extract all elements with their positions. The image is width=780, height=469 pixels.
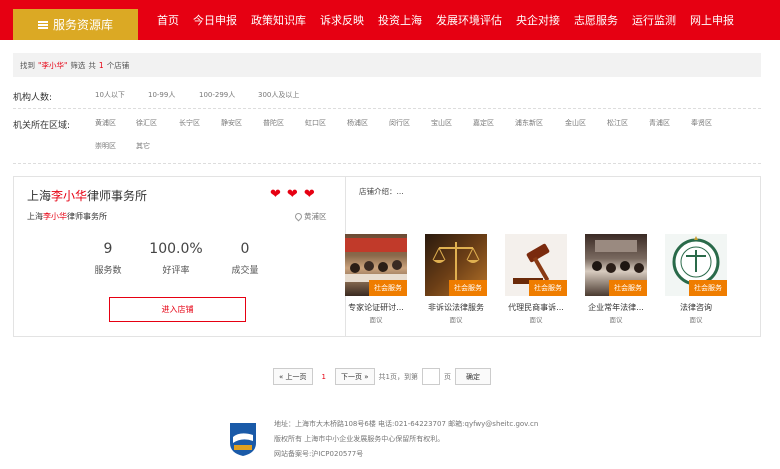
nav-item-today-declare[interactable]: 今日申报 (186, 12, 244, 28)
district-option[interactable]: 金山区 (565, 118, 607, 128)
nav-item-invest[interactable]: 投资上海 (371, 12, 429, 28)
store-card: 上海李小华律师事务所 ❤ ❤ ❤ 上海李小华律师事务所 黄浦区 9 服务数 10… (13, 176, 761, 337)
service-tag: 社会服务 (449, 280, 487, 296)
service-price: 面议 (689, 316, 703, 324)
footer-address: 地址：上海市大木桥路108号6楼 电话:021-64223707 邮箱:qyfw… (274, 420, 539, 428)
location-pin-icon (293, 211, 304, 222)
prev-page-button[interactable]: « 上一页 (273, 368, 313, 385)
service-tag: 社会服务 (369, 280, 407, 296)
district-option[interactable]: 黄浦区 (95, 118, 136, 128)
page-unit: 页 (443, 372, 451, 381)
staff-filter-label: 机构人数: (13, 93, 53, 103)
conference-photo: 社会服务 (585, 234, 647, 296)
district-filter-label: 机关所在区域: (13, 121, 71, 131)
service-item[interactable]: 社会服务 企业常年法律... 面议 (585, 234, 649, 324)
district-option[interactable]: 奉贤区 (691, 118, 731, 128)
staff-option[interactable]: 300人及以上 (258, 90, 299, 103)
result-count: 1 (98, 60, 104, 70)
footer-logo (228, 421, 258, 457)
district-option[interactable]: 其它 (136, 141, 177, 151)
district-option[interactable]: 崇明区 (95, 141, 136, 151)
nav-item-soe[interactable]: 央企对接 (509, 12, 567, 28)
current-page[interactable]: 1 (317, 373, 331, 381)
next-page-button[interactable]: 下一页 » (334, 368, 375, 385)
service-item[interactable]: 社会服务 法律咨询 面议 (665, 234, 729, 324)
stat-service-count: 9 服务数 (94, 241, 122, 276)
service-price: 面议 (369, 316, 383, 324)
service-price: 面议 (529, 316, 543, 324)
nav-item-monitor[interactable]: 运行监测 (625, 12, 683, 28)
search-summary: 找到 "李小华" 筛选 共 1 个店铺 (13, 53, 761, 77)
district-option[interactable]: 普陀区 (263, 118, 305, 128)
service-tag: 社会服务 (529, 280, 567, 296)
nav-item-online-declare[interactable]: 网上申报 (683, 12, 741, 28)
menu-icon (37, 20, 48, 29)
nav-item-appeal[interactable]: 诉求反映 (313, 12, 371, 28)
heart-icon: ❤ (270, 187, 281, 202)
staff-option[interactable]: 100-299人 (199, 90, 258, 103)
service-tag: 社会服务 (609, 280, 647, 296)
page-total: 共1页，到第 (378, 372, 418, 381)
stat-rating: 100.0% 好评率 (149, 241, 203, 276)
district-option[interactable]: 嘉定区 (473, 118, 515, 128)
district-option[interactable]: 徐汇区 (136, 118, 179, 128)
service-title: 企业常年法律... (588, 303, 644, 312)
district-option[interactable]: 闵行区 (389, 118, 431, 128)
service-title: 代理民商事诉... (508, 303, 564, 312)
nav-item-volunteer[interactable]: 志愿服务 (567, 12, 625, 28)
district-option[interactable]: 浦东新区 (515, 118, 565, 128)
service-title: 非诉讼法律服务 (428, 303, 484, 312)
main-nav: 首页 今日申报 政策知识库 诉求反映 投资上海 发展环境评估 央企对接 志愿服务… (150, 0, 741, 40)
nav-item-home[interactable]: 首页 (150, 12, 186, 28)
gavel-photo: 社会服务 (505, 234, 567, 296)
service-item[interactable]: 社会服务 非诉讼法律服务 面议 (425, 234, 489, 324)
service-tag: 社会服务 (689, 280, 727, 296)
page-jump-input[interactable] (421, 368, 440, 385)
staff-option[interactable]: 10-99人 (148, 90, 199, 103)
justice-scale-photo: 社会服务 (425, 234, 487, 296)
district-option[interactable]: 虹口区 (305, 118, 347, 128)
district-option[interactable]: 静安区 (221, 118, 263, 128)
store-location: 黄浦区 (293, 211, 327, 222)
enter-store-button[interactable]: 进入店铺 (109, 297, 246, 322)
heart-icon: ❤ (303, 187, 315, 202)
district-option[interactable]: 长宁区 (179, 118, 221, 128)
service-resource-menu-button[interactable]: 服务资源库 (13, 9, 138, 40)
service-item[interactable]: 社会服务 代理民商事诉... 面议 (505, 234, 569, 324)
district-option[interactable]: 杨浦区 (347, 118, 389, 128)
store-intro: 店铺介绍：... (359, 187, 404, 196)
staff-option[interactable]: 10人以下 (95, 90, 148, 103)
divider (13, 163, 761, 164)
brand-label: 服务资源库 (52, 18, 113, 32)
district-option[interactable]: 宝山区 (431, 118, 473, 128)
service-title: 专家论证研讨... (348, 303, 404, 312)
divider (13, 108, 761, 109)
stat-deals: 0 成交量 (231, 241, 259, 276)
store-subtitle: 上海李小华律师事务所 (27, 212, 107, 221)
footer-copyright: 版权所有 上海市中小企业发展服务中心保留所有权利。 (274, 435, 445, 443)
staff-filter: 机构人数: 10人以下 10-99人 100-299人 300人及以上 (13, 90, 761, 103)
store-name[interactable]: 上海李小华律师事务所 (27, 187, 147, 204)
footer-icp: 网站备案号:沪ICP020577号 (274, 450, 364, 458)
search-keyword: "李小华" (38, 60, 68, 70)
service-item[interactable]: 社会服务 专家论证研讨... 面议 (345, 234, 409, 324)
nav-item-policy[interactable]: 政策知识库 (244, 12, 313, 28)
top-nav-bar: 服务资源库 首页 今日申报 政策知识库 诉求反映 投资上海 发展环境评估 央企对… (0, 0, 780, 40)
pagination: « 上一页 1 下一页 » 共1页，到第 页 确定 (273, 368, 491, 385)
service-title: 法律咨询 (680, 303, 712, 312)
law-emblem: 社会服务 (665, 234, 727, 296)
meeting-photo: 社会服务 (345, 234, 407, 296)
heart-icon: ❤ (286, 187, 298, 202)
service-price: 面议 (449, 316, 463, 324)
service-price: 面议 (609, 316, 623, 324)
district-option[interactable]: 青浦区 (649, 118, 691, 128)
page-confirm-button[interactable]: 确定 (454, 368, 491, 385)
district-option[interactable]: 松江区 (607, 118, 649, 128)
district-filter: 机关所在区域: 黄浦区 徐汇区 长宁区 静安区 普陀区 虹口区 杨浦区 闵行区 … (13, 118, 761, 151)
rating-hearts: ❤ ❤ ❤ (270, 188, 315, 201)
nav-item-environment[interactable]: 发展环境评估 (429, 12, 509, 28)
